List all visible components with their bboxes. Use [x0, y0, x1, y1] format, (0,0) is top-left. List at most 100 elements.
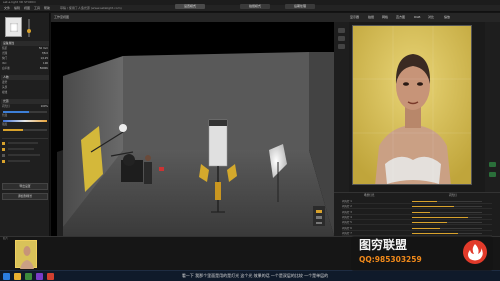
light-power-slider[interactable]	[412, 211, 482, 213]
light-power-slider[interactable]	[412, 222, 482, 224]
property-label: 姿势	[2, 81, 8, 84]
thumbnail-scroll-handle[interactable]	[27, 29, 31, 33]
portrait-render	[353, 26, 471, 184]
tool-icon[interactable]	[489, 172, 496, 177]
property-label: ISO	[2, 62, 7, 65]
property-value[interactable]: 100	[43, 62, 48, 66]
intensity-slider[interactable]	[3, 129, 47, 131]
property-row: 焦距 50 mm	[2, 47, 48, 51]
menu-edit[interactable]: 编辑	[12, 5, 22, 12]
property-row: 白平衡 5600K	[2, 67, 48, 71]
studio-3d-viewport[interactable]: 工作室视图	[51, 13, 334, 236]
light-row[interactable]: 闪光灯 6	[342, 226, 492, 231]
color-temperature-slider[interactable]	[3, 120, 47, 122]
tab-setup-mode[interactable]: 设置模式	[175, 4, 205, 9]
menu-tools[interactable]: 工具	[32, 5, 42, 12]
section-header-equipment[interactable]: 设备属性	[1, 41, 49, 46]
divider	[2, 138, 48, 139]
checkbox[interactable]	[2, 154, 5, 157]
checkbox[interactable]	[2, 160, 5, 163]
studio-scene[interactable]	[51, 22, 334, 236]
light-power-slider[interactable]	[412, 216, 482, 218]
checkbox[interactable]	[2, 148, 5, 151]
toolbar-histogram[interactable]: 直方图	[396, 13, 405, 22]
property-label: 焦距	[2, 47, 8, 50]
softbox-icon	[10, 23, 18, 32]
tool-icon[interactable]	[338, 36, 345, 41]
export-settings-button[interactable]: 导出设置	[2, 183, 48, 190]
tab-scene-lights[interactable]: 场景灯光	[364, 193, 374, 197]
studio-scene-render	[51, 22, 334, 236]
viewport-title: 工作室视图	[54, 15, 70, 19]
light-row[interactable]: 闪光灯 3	[342, 210, 492, 215]
app-icon[interactable]	[36, 273, 43, 280]
watermark-title: 图穷联盟	[359, 238, 408, 252]
option-text	[8, 142, 38, 144]
toolbar-zoom[interactable]: 缩放	[444, 13, 450, 22]
section-header-person[interactable]: 人物	[1, 75, 49, 80]
toolbar-rgb[interactable]: RGB	[414, 13, 420, 22]
watermark-contact: QQ:985303259	[359, 255, 422, 264]
light-row[interactable]: 闪光灯 4	[342, 215, 492, 220]
viewport-header: 工作室视图	[51, 13, 334, 22]
property-row: 强度	[2, 123, 48, 127]
light-row-label: 闪光灯 7	[342, 231, 352, 235]
light-row[interactable]: 闪光灯 5	[342, 220, 492, 226]
light-power-slider[interactable]	[412, 206, 482, 208]
start-icon[interactable]	[3, 273, 10, 280]
property-row: 快门 1/125	[2, 57, 48, 61]
tool-icon[interactable]	[489, 162, 496, 167]
property-value[interactable]: 5600K	[40, 67, 48, 71]
explorer-icon[interactable]	[14, 273, 21, 280]
toolbar-grid[interactable]: 网格	[382, 13, 388, 22]
browser-icon[interactable]	[25, 273, 32, 280]
tool-icon[interactable]	[338, 28, 345, 33]
tab-post-processing[interactable]: 后期处理	[285, 4, 315, 9]
softbox-front	[208, 119, 228, 167]
tab-shooting-mode[interactable]: 拍摄模式	[240, 4, 270, 9]
property-list	[2, 138, 48, 178]
toolbar-compare[interactable]: 对比	[428, 13, 434, 22]
window-title: set.a.light 3D STUDIO	[3, 0, 36, 4]
property-label: 强度	[2, 123, 8, 126]
camera-preview-photo[interactable]	[352, 25, 472, 185]
document-title: 草稿 / 使用了人造光源 (www.setalight.com)	[60, 6, 122, 10]
property-row: 闪光灯 100%	[2, 105, 48, 109]
photo-left-tools	[334, 22, 349, 192]
property-row: 色温	[2, 114, 48, 118]
light-list-panel: 场景灯光 闪光灯 闪光灯 1 闪光灯 2 闪光灯 3 闪光灯 4 闪光灯 5 闪光灯 6闪…	[334, 192, 500, 236]
light-row[interactable]: 闪光灯 1	[342, 199, 492, 204]
toolbar-shoot[interactable]: 拍摄	[368, 13, 374, 22]
property-label: 色温	[2, 114, 8, 117]
light-power-slider[interactable]	[412, 227, 482, 229]
thumbnail-scroll[interactable]	[28, 19, 30, 37]
filmstrip-thumbnail[interactable]	[15, 240, 37, 269]
tool-icon[interactable]	[338, 44, 345, 49]
light-power-slider[interactable]	[412, 232, 482, 234]
option-text	[8, 160, 30, 162]
menu-help[interactable]: 帮助	[42, 5, 52, 12]
light-power-slider[interactable]	[412, 201, 482, 202]
flame-logo-icon	[463, 240, 487, 264]
property-value[interactable]: 50 mm	[39, 47, 48, 51]
toolbar-monitor[interactable]: 显示器	[350, 13, 359, 22]
menu-view[interactable]: 视图	[22, 5, 32, 12]
property-value[interactable]: 100%	[41, 105, 48, 109]
flash-power-slider[interactable]	[3, 111, 47, 113]
light-row[interactable]: 闪光灯 2	[342, 204, 492, 210]
property-label: 白平衡	[2, 67, 10, 70]
property-row: 姿势	[2, 81, 48, 85]
section-header-light[interactable]: 光源	[1, 99, 49, 104]
light-row-label: 闪光灯 2	[342, 205, 352, 209]
add-to-scene-button[interactable]: 添加到场景	[2, 193, 48, 200]
left-properties-panel: 设备属性 焦距 50 mm 光圈 f/8.0 快门 1/125 ISO 100 白平衡 5…	[0, 13, 50, 236]
app-icon[interactable]	[47, 273, 54, 280]
menu-file[interactable]: 文件	[2, 5, 12, 12]
tab-flash[interactable]: 闪光灯	[449, 193, 457, 197]
checkbox[interactable]	[2, 142, 5, 145]
property-value[interactable]: 1/125	[41, 57, 48, 61]
property-value[interactable]: f/8.0	[42, 52, 48, 56]
light-row-label: 闪光灯 5	[342, 221, 352, 225]
equipment-thumbnail[interactable]	[5, 17, 22, 37]
property-row: ISO 100	[2, 62, 48, 66]
